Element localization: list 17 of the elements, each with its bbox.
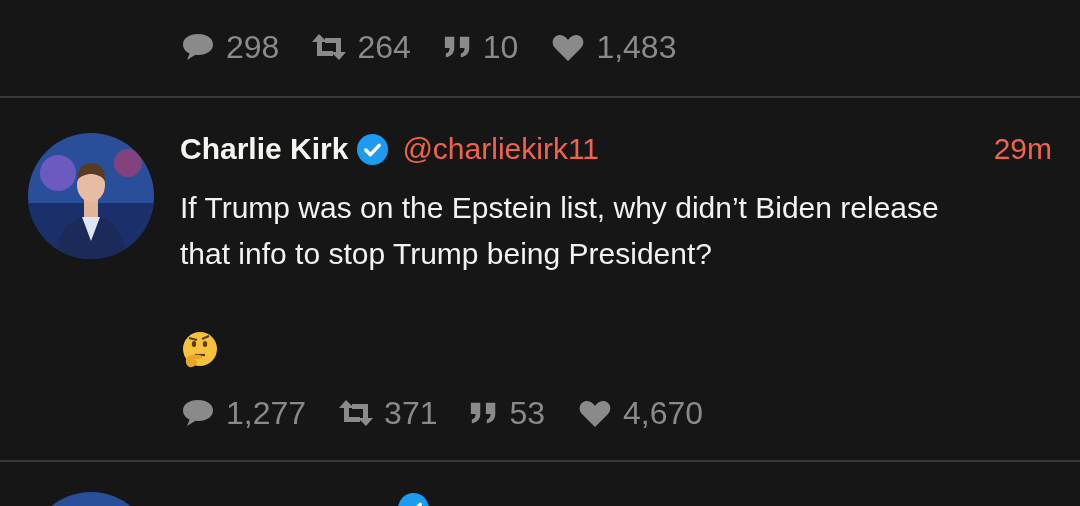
retweet-count: 264 [357,28,411,66]
quote-count: 53 [509,394,546,432]
retweet-count: 371 [384,394,438,432]
tweet-text: If Trump was on the Epstein list, why didn’t Biden release that info to stop Trump being President? [180,190,940,272]
tweet-time: 29m [993,132,1052,166]
author-handle[interactable]: @charliekirk11 [402,132,600,166]
reply-icon[interactable] [180,398,216,428]
reply-icon[interactable] [180,32,216,62]
reply-count: 298 [226,28,280,66]
retweet-icon[interactable] [338,398,375,428]
thinking-emoji-icon [180,329,220,369]
retweet-icon[interactable] [311,32,348,62]
like-count: 4,670 [623,394,704,432]
quote-count: 10 [482,28,519,66]
author-name[interactable]: Charlie Kirk [180,132,349,166]
reply-count: 1,277 [226,394,307,432]
like-count: 1,483 [596,28,677,66]
